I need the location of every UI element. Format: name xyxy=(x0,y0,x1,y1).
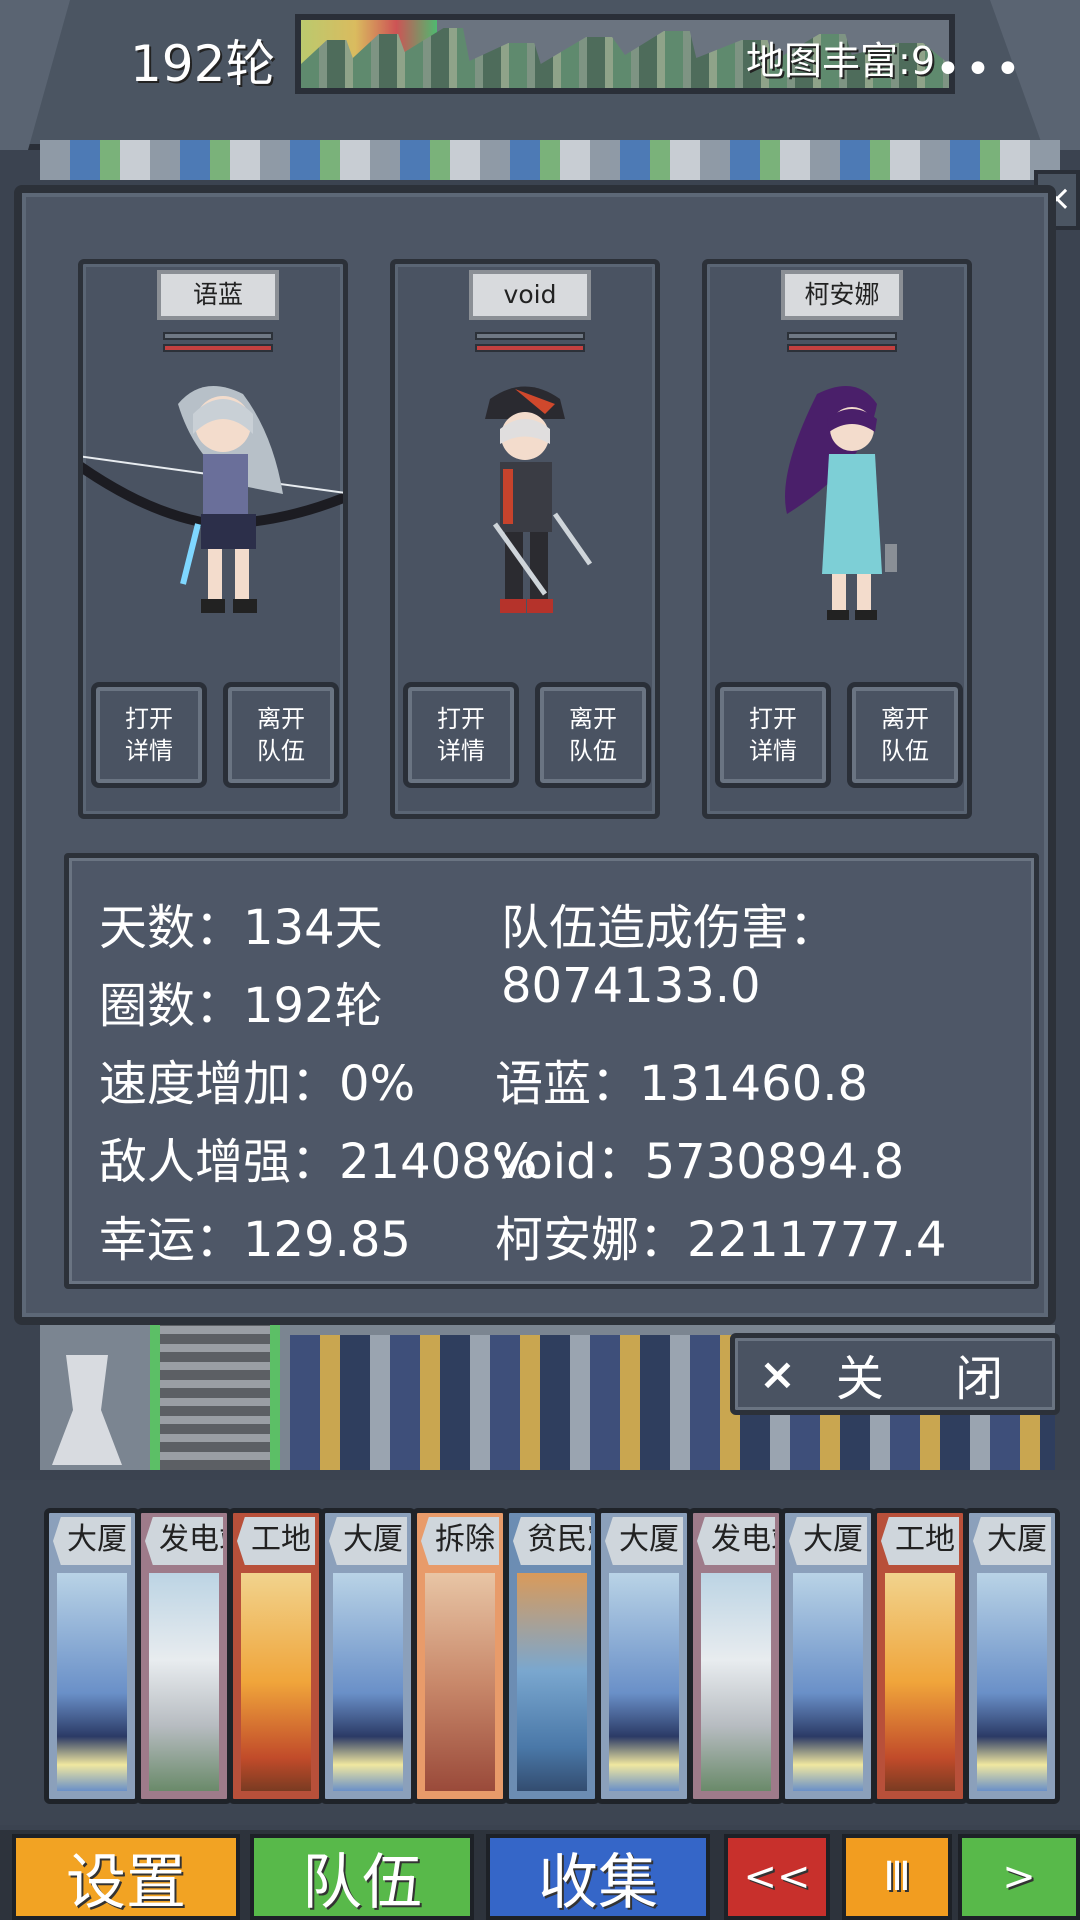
member-card-1: 语蓝 打开 详情 离开 队伍 xyxy=(78,259,348,819)
hand-card-label: 工地 xyxy=(881,1517,959,1565)
leave-team-button[interactable]: 离开 队伍 xyxy=(847,682,963,788)
member-hp-bars xyxy=(163,332,273,356)
hand-card-label: 发电站 xyxy=(697,1517,775,1565)
power-plant-graphic xyxy=(52,1355,122,1465)
collect-button[interactable]: 收集 xyxy=(486,1834,710,1920)
member-name: 语蓝 xyxy=(157,270,279,320)
hand-card-art xyxy=(977,1573,1047,1791)
damage-member-1: 语蓝：131460.8 xyxy=(495,1056,869,1112)
leave-team-button[interactable]: 离开 队伍 xyxy=(223,682,339,788)
close-icon: × xyxy=(759,1348,796,1400)
next-icon: > xyxy=(1002,1854,1036,1900)
damage-title: 队伍造成伤害： xyxy=(501,900,838,956)
member-hp-bars xyxy=(787,332,897,356)
railway-graphic xyxy=(150,1325,280,1470)
archer-character-sprite xyxy=(83,386,343,613)
stat-speed: 速度增加：0% xyxy=(99,1056,416,1112)
hand-card-art xyxy=(149,1573,219,1791)
pause-button[interactable]: Ⅲ xyxy=(842,1834,952,1920)
open-details-button[interactable]: 打开 详情 xyxy=(403,682,519,788)
hand-card-label: 大厦 xyxy=(789,1517,867,1565)
city-map-strip xyxy=(40,140,1060,180)
hand-card-label: 大厦 xyxy=(329,1517,407,1565)
qipao-character-sprite xyxy=(785,386,897,620)
close-label: 关 闭 xyxy=(835,1351,1032,1407)
hand-card-label: 大厦 xyxy=(605,1517,683,1565)
settings-button[interactable]: 设置 xyxy=(12,1834,240,1920)
team-panel: 语蓝 打开 详情 离开 队伍 void 打开 详情 离开 队伍 柯安娜 打开 详… xyxy=(14,185,1056,1325)
map-richness-bar: 地图丰富:9 xyxy=(295,14,955,94)
close-button[interactable]: × 关 闭 xyxy=(730,1333,1060,1415)
hand-card-art xyxy=(333,1573,403,1791)
hand-card-tall[interactable]: 大厦 xyxy=(44,1508,140,1804)
hand-card-power[interactable]: 发电站 xyxy=(136,1508,232,1804)
damage-total: 8074133.0 xyxy=(501,958,761,1014)
hand-card-slum[interactable]: 贫民窟 xyxy=(504,1508,600,1804)
member-name: 柯安娜 xyxy=(781,270,903,320)
rewind-icon: << xyxy=(743,1854,811,1900)
member-name: void xyxy=(469,270,591,320)
hand-card-label: 发电站 xyxy=(145,1517,223,1565)
hand-card-label: 拆除 xyxy=(421,1517,499,1565)
next-button[interactable]: > xyxy=(958,1834,1080,1920)
hand-card-art xyxy=(425,1573,495,1791)
hand-card-art xyxy=(701,1573,771,1791)
open-details-button[interactable]: 打开 详情 xyxy=(91,682,207,788)
team-button[interactable]: 队伍 xyxy=(250,1834,474,1920)
round-counter: 192轮 xyxy=(130,35,276,93)
open-details-button[interactable]: 打开 详情 xyxy=(715,682,831,788)
stat-enemy-boost: 敌人增强：21408% xyxy=(99,1134,538,1190)
rewind-button[interactable]: << xyxy=(724,1834,830,1920)
stat-days: 天数：134天 xyxy=(99,900,383,956)
pause-icon: Ⅲ xyxy=(883,1854,911,1900)
team-stats-box: 天数：134天 圈数：192轮 速度增加：0% 敌人增强：21408% 幸运：1… xyxy=(64,853,1039,1289)
damage-member-3: 柯安娜：2211777.4 xyxy=(495,1212,947,1268)
hand-card-art xyxy=(885,1573,955,1791)
hand-card-tall[interactable]: 大厦 xyxy=(964,1508,1060,1804)
map-richness-label: 地图丰富:9 xyxy=(746,39,935,83)
hand-card-art xyxy=(57,1573,127,1791)
member-card-2: void 打开 详情 离开 队伍 xyxy=(390,259,660,819)
stat-luck: 幸运：129.85 xyxy=(99,1212,411,1268)
hand-card-art xyxy=(241,1573,311,1791)
hand-card-label: 大厦 xyxy=(53,1517,131,1565)
hand-card-label: 大厦 xyxy=(973,1517,1051,1565)
leave-team-button[interactable]: 离开 队伍 xyxy=(535,682,651,788)
hand-card-art xyxy=(793,1573,863,1791)
member-card-3: 柯安娜 打开 详情 离开 队伍 xyxy=(702,259,972,819)
hand-card-site[interactable]: 工地 xyxy=(228,1508,324,1804)
hand-card-tall[interactable]: 大厦 xyxy=(780,1508,876,1804)
top-bar-bevel-left xyxy=(0,0,70,150)
hand-card-art xyxy=(609,1573,679,1791)
hand-card-tall[interactable]: 大厦 xyxy=(320,1508,416,1804)
member-hp-bars xyxy=(475,332,585,356)
more-menu-button[interactable]: ••• xyxy=(935,44,1025,95)
hand-card-art xyxy=(517,1573,587,1791)
swordsman-character-sprite xyxy=(485,386,593,613)
hand-card-demolish[interactable]: 拆除 xyxy=(412,1508,508,1804)
stat-rounds: 圈数：192轮 xyxy=(99,978,383,1034)
top-bar: 192轮 地图丰富:9 ••• xyxy=(0,0,1080,150)
hand-card-label: 工地 xyxy=(237,1517,315,1565)
hand-card-power[interactable]: 发电站 xyxy=(688,1508,784,1804)
hand-card-site[interactable]: 工地 xyxy=(872,1508,968,1804)
hand-card-tall[interactable]: 大厦 xyxy=(596,1508,692,1804)
damage-member-2: void：5730894.8 xyxy=(495,1134,905,1190)
hand-card-label: 贫民窟 xyxy=(513,1517,591,1565)
